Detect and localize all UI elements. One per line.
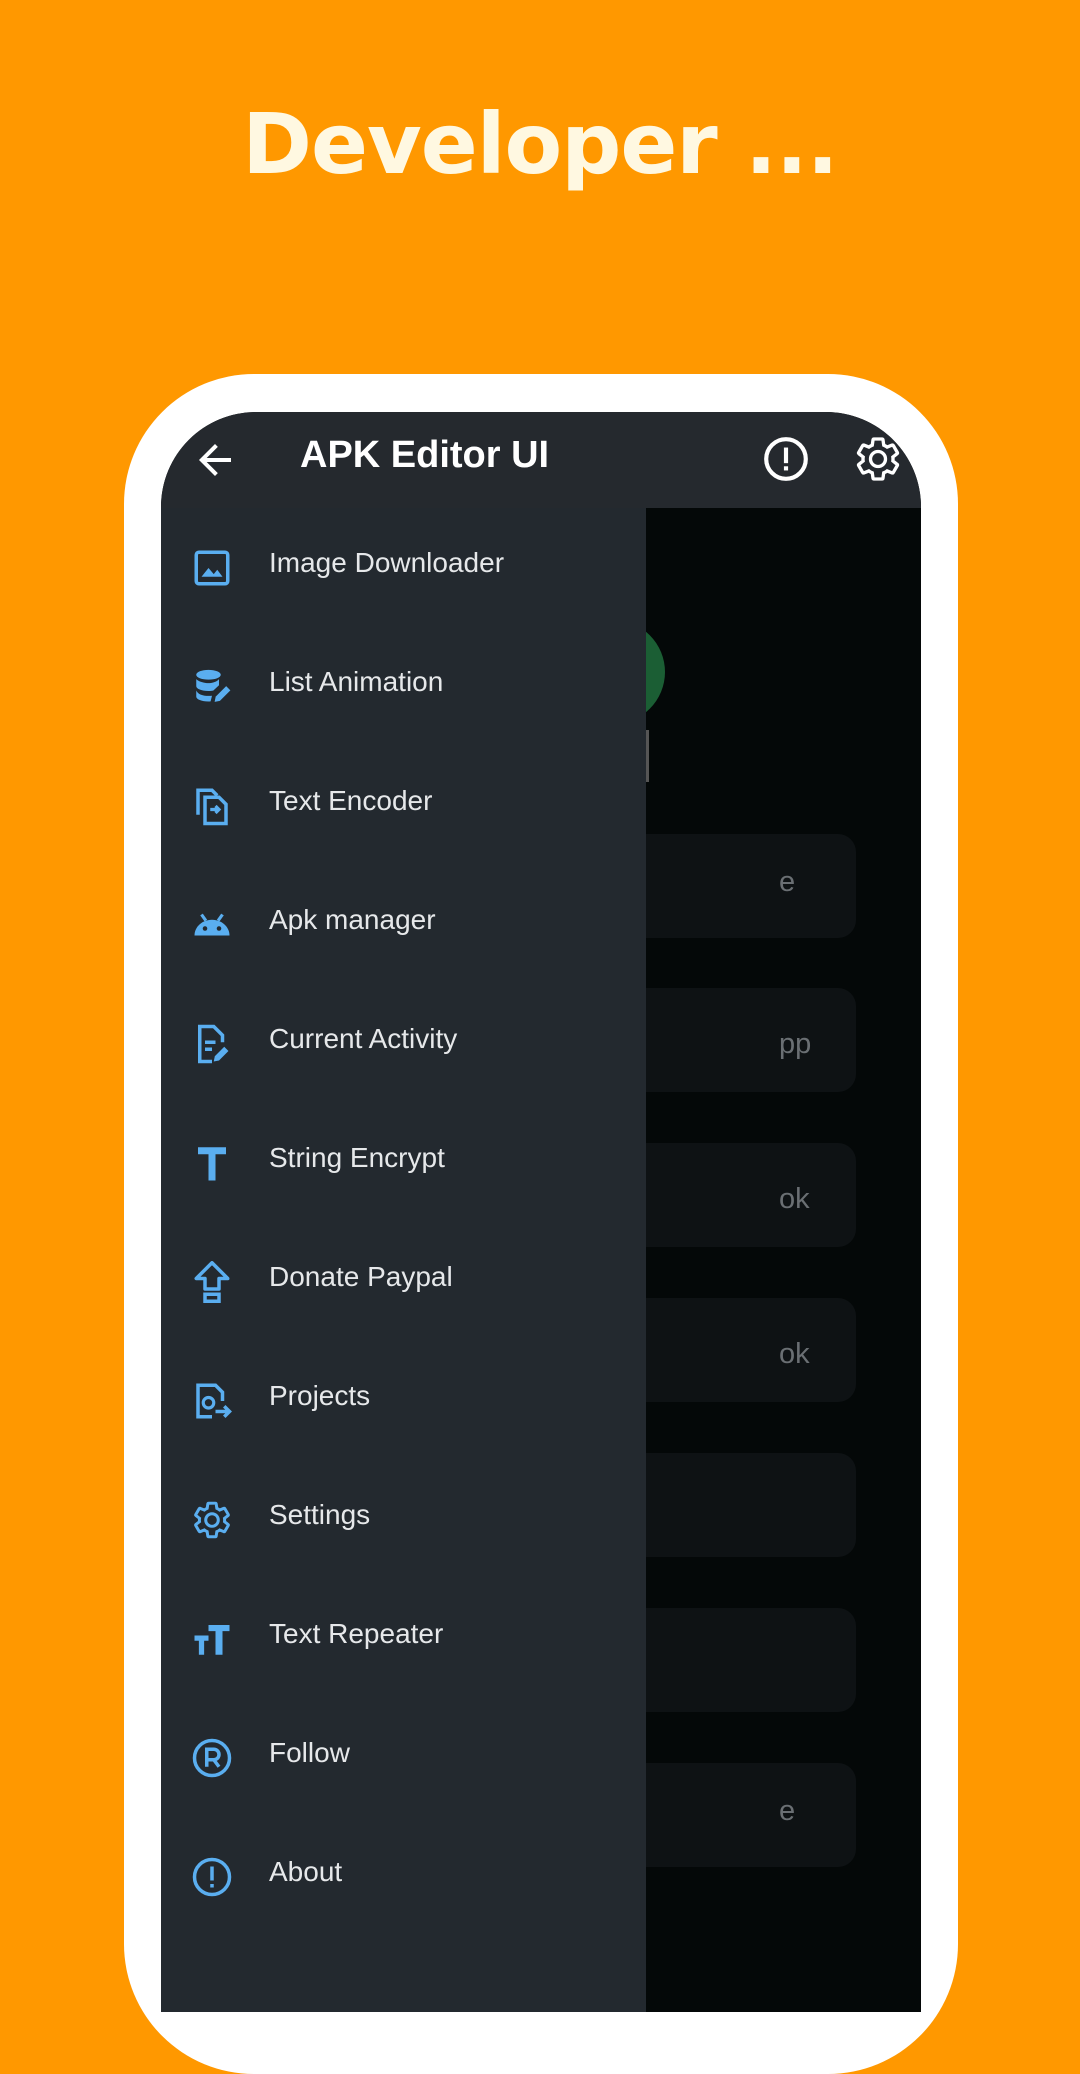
file-swap-icon (191, 785, 233, 827)
main-card-label: ok (779, 1338, 810, 1370)
drawer-item-settings[interactable]: Settings (161, 1460, 646, 1579)
document-edit-icon (191, 1023, 233, 1065)
drawer-item-label: Follow (269, 1737, 350, 1768)
main-card-label: e (779, 866, 796, 898)
gear-icon (191, 1499, 233, 1541)
drawer-item-projects[interactable]: Projects (161, 1341, 646, 1460)
drawer-item-label: About (269, 1856, 343, 1887)
drawer-item-text-encoder[interactable]: Text Encoder (161, 746, 646, 865)
arrow-back-icon (199, 444, 231, 476)
upload-arrow-icon (191, 1261, 233, 1303)
drawer-item-about[interactable]: About (161, 1817, 646, 1936)
drawer-item-label: Projects (269, 1380, 371, 1411)
phone-screen: e pp ok ok e APK Editor UI Image Downloa… (161, 412, 921, 2012)
drawer-item-apk-manager[interactable]: Apk manager (161, 865, 646, 984)
app-bar: APK Editor UI (161, 412, 921, 508)
main-card-label: e (779, 1795, 796, 1827)
settings-button[interactable] (853, 434, 903, 484)
image-icon (191, 547, 233, 589)
drawer-item-text-repeater[interactable]: Text Repeater (161, 1579, 646, 1698)
info-alert-icon (764, 437, 808, 481)
android-icon (191, 904, 233, 946)
main-card-label: pp (779, 1028, 812, 1060)
info-alert-icon (191, 1856, 233, 1898)
text-size-icon (191, 1618, 233, 1660)
promo-title: Developer ... (242, 95, 838, 193)
drawer-item-label: String Encrypt (269, 1142, 445, 1173)
drawer-item-label: Text Repeater (269, 1618, 444, 1649)
drawer-item-donate-paypal[interactable]: Donate Paypal (161, 1222, 646, 1341)
drawer-item-label: Donate Paypal (269, 1261, 453, 1292)
database-edit-icon (191, 666, 233, 708)
drawer-item-label: Current Activity (269, 1023, 458, 1054)
drawer-item-current-activity[interactable]: Current Activity (161, 984, 646, 1103)
drawer-item-string-encrypt[interactable]: String Encrypt (161, 1103, 646, 1222)
navigation-drawer: Image Downloader List Animation Text Enc… (161, 508, 646, 2012)
info-button[interactable] (761, 434, 811, 484)
back-button[interactable] (191, 436, 239, 484)
drawer-item-label: Apk manager (269, 904, 436, 935)
drawer-item-label: Image Downloader (269, 547, 505, 578)
main-card-label: ok (779, 1183, 810, 1215)
drawer-item-image-downloader[interactable]: Image Downloader (161, 508, 646, 627)
page-title: APK Editor UI (300, 434, 550, 476)
drawer-item-list-animation[interactable]: List Animation (161, 627, 646, 746)
file-export-icon (191, 1380, 233, 1422)
drawer-item-label: Text Encoder (269, 785, 433, 816)
drawer-item-label: List Animation (269, 666, 444, 697)
drawer-item-label: Settings (269, 1499, 371, 1530)
registered-icon (191, 1737, 233, 1779)
drawer-item-follow[interactable]: Follow (161, 1698, 646, 1817)
gear-icon (856, 437, 900, 481)
text-t-icon (191, 1142, 233, 1184)
